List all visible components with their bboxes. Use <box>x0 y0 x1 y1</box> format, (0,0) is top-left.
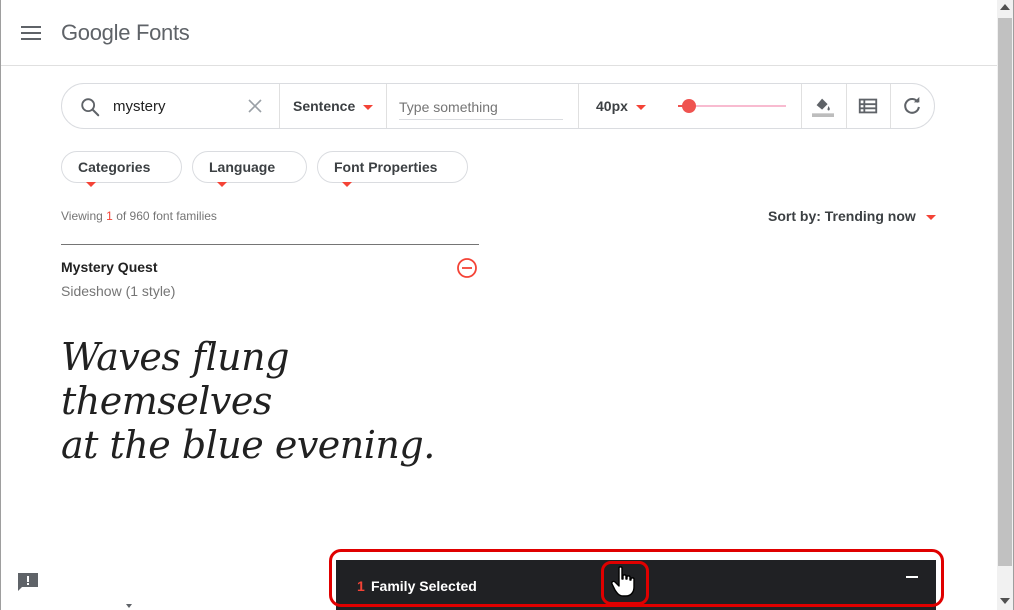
categories-filter-label: Categories <box>78 159 151 175</box>
sample-line-1: Waves flung themselves <box>61 335 289 423</box>
font-card-divider <box>61 244 479 245</box>
toolbar-divider <box>890 84 891 128</box>
close-icon[interactable] <box>246 97 264 115</box>
format-color-fill-icon[interactable] <box>812 95 834 117</box>
viewing-prefix: Viewing <box>61 209 103 223</box>
search-icon[interactable] <box>79 96 101 118</box>
remove-circle-icon[interactable] <box>456 257 478 279</box>
dropdown-arrow-icon <box>86 181 96 187</box>
minimize-icon[interactable] <box>906 576 918 578</box>
font-properties-filter-button[interactable]: Font Properties <box>317 151 468 187</box>
font-family-name[interactable]: Mystery Quest <box>61 259 157 275</box>
search-toolbar: mystery Sentence 40px <box>61 83 935 129</box>
categories-filter-button[interactable]: Categories <box>61 151 182 187</box>
scroll-down-arrow-icon[interactable] <box>1000 598 1010 604</box>
toolbar-divider <box>386 84 387 128</box>
viewing-count: 1 <box>106 209 113 223</box>
search-input[interactable]: mystery <box>113 98 166 115</box>
viewing-suffix: of 960 font families <box>116 209 217 223</box>
toolbar-divider <box>279 84 280 128</box>
dropdown-arrow-icon <box>925 214 936 220</box>
font-sample-text[interactable]: Waves flung themselves at the blue eveni… <box>61 335 481 467</box>
results-count: Viewing 1 of 960 font families <box>61 209 217 223</box>
sample-line-2: at the blue evening. <box>61 423 435 467</box>
app-header: Google Fonts <box>1 0 997 66</box>
font-size-slider[interactable] <box>678 99 786 113</box>
dropdown-arrow-icon <box>342 181 352 187</box>
dropdown-arrow-icon <box>217 181 227 187</box>
feedback-icon[interactable] <box>17 572 39 592</box>
font-designer: Sideshow (1 style) <box>61 283 176 299</box>
vertical-scrollbar[interactable] <box>997 0 1013 610</box>
menu-icon[interactable] <box>21 26 41 42</box>
font-size-label: 40px <box>596 98 628 114</box>
font-properties-filter-label: Font Properties <box>334 159 438 175</box>
family-selected-label: Family Selected <box>371 578 477 594</box>
sort-by-select[interactable]: Sort by: Trending now <box>768 208 936 224</box>
dropdown-arrow-icon <box>635 104 646 110</box>
dropdown-arrow-icon <box>363 104 374 110</box>
app-logo[interactable]: Google Fonts <box>61 20 190 46</box>
sort-by-label: Sort by: Trending now <box>768 208 916 224</box>
selected-count: 1 <box>357 578 365 594</box>
family-selected-drawer[interactable]: 1 Family Selected <box>336 560 936 610</box>
font-size-select[interactable]: 40px <box>596 98 646 114</box>
bottom-caret-icon <box>126 604 132 608</box>
scroll-up-arrow-icon[interactable] <box>1000 4 1010 10</box>
refresh-icon[interactable] <box>901 95 923 117</box>
toolbar-divider <box>801 84 802 128</box>
slider-thumb[interactable] <box>682 99 696 113</box>
type-something-input[interactable] <box>399 94 563 120</box>
language-filter-label: Language <box>209 159 276 175</box>
view-list-icon[interactable] <box>857 95 879 117</box>
preview-mode-label: Sentence <box>293 98 356 114</box>
toolbar-divider <box>846 84 847 128</box>
toolbar-divider <box>578 84 579 128</box>
language-filter-button[interactable]: Language <box>192 151 307 187</box>
scroll-thumb[interactable] <box>998 18 1012 566</box>
preview-mode-select[interactable]: Sentence <box>293 98 374 114</box>
